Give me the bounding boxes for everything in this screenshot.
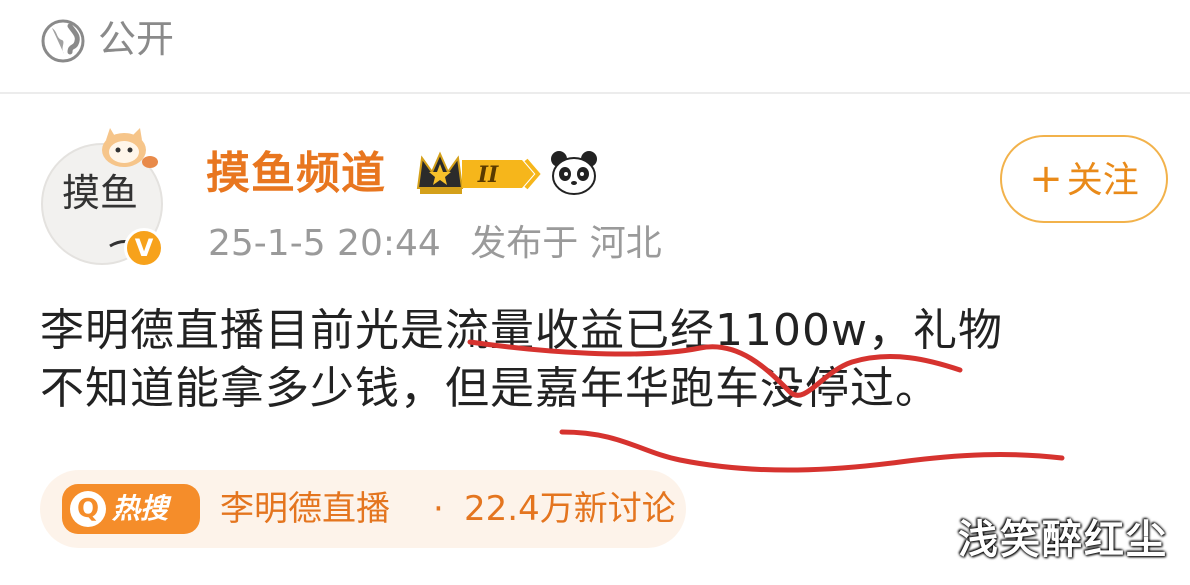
verified-badge: V [124, 228, 164, 268]
globe-icon [41, 19, 85, 63]
hot-topic-separator: · [433, 489, 444, 529]
vip-level: II [477, 162, 499, 188]
search-icon: Q [70, 491, 106, 527]
divider [0, 92, 1190, 94]
post-line-1: 李明德直播目前光是流量收益已经1100w，礼物 [40, 305, 1003, 356]
hot-topic-title: 李明德直播 [220, 489, 390, 529]
follow-button[interactable]: + 关注 [1000, 135, 1168, 223]
panda-icon [551, 151, 597, 195]
hot-search-label: 热搜 [112, 492, 169, 525]
post-meta: 25-1-5 20:44 发布于 河北 [208, 220, 662, 268]
watermark: 浅笑醉红尘 [958, 517, 1168, 563]
hot-search-badge: Q 热搜 [62, 484, 200, 534]
hot-topic-count: 22.4万新讨论 [464, 489, 676, 529]
author-name[interactable]: 摸鱼频道 [206, 146, 386, 202]
avatar-calligraphy: 摸鱼 [62, 171, 138, 215]
post-timestamp: 25-1-5 20:44 [208, 223, 441, 264]
hot-topic-card[interactable]: Q 热搜 李明德直播 · 22.4万新讨论 [40, 470, 686, 548]
post-location: 发布于 河北 [470, 223, 662, 264]
plus-icon: + [1029, 156, 1063, 202]
visibility-bar: 公开 [0, 0, 1190, 92]
vip-crown-badge: II [416, 151, 541, 194]
follow-label: 关注 [1066, 160, 1139, 201]
post-line-2: 不知道能拿多少钱，但是嘉年华跑车没停过。 [40, 363, 940, 414]
post-text: 李明德直播目前光是流量收益已经1100w，礼物 不知道能拿多少钱，但是嘉年华跑车… [40, 302, 1160, 418]
visibility-label: 公开 [98, 17, 175, 61]
